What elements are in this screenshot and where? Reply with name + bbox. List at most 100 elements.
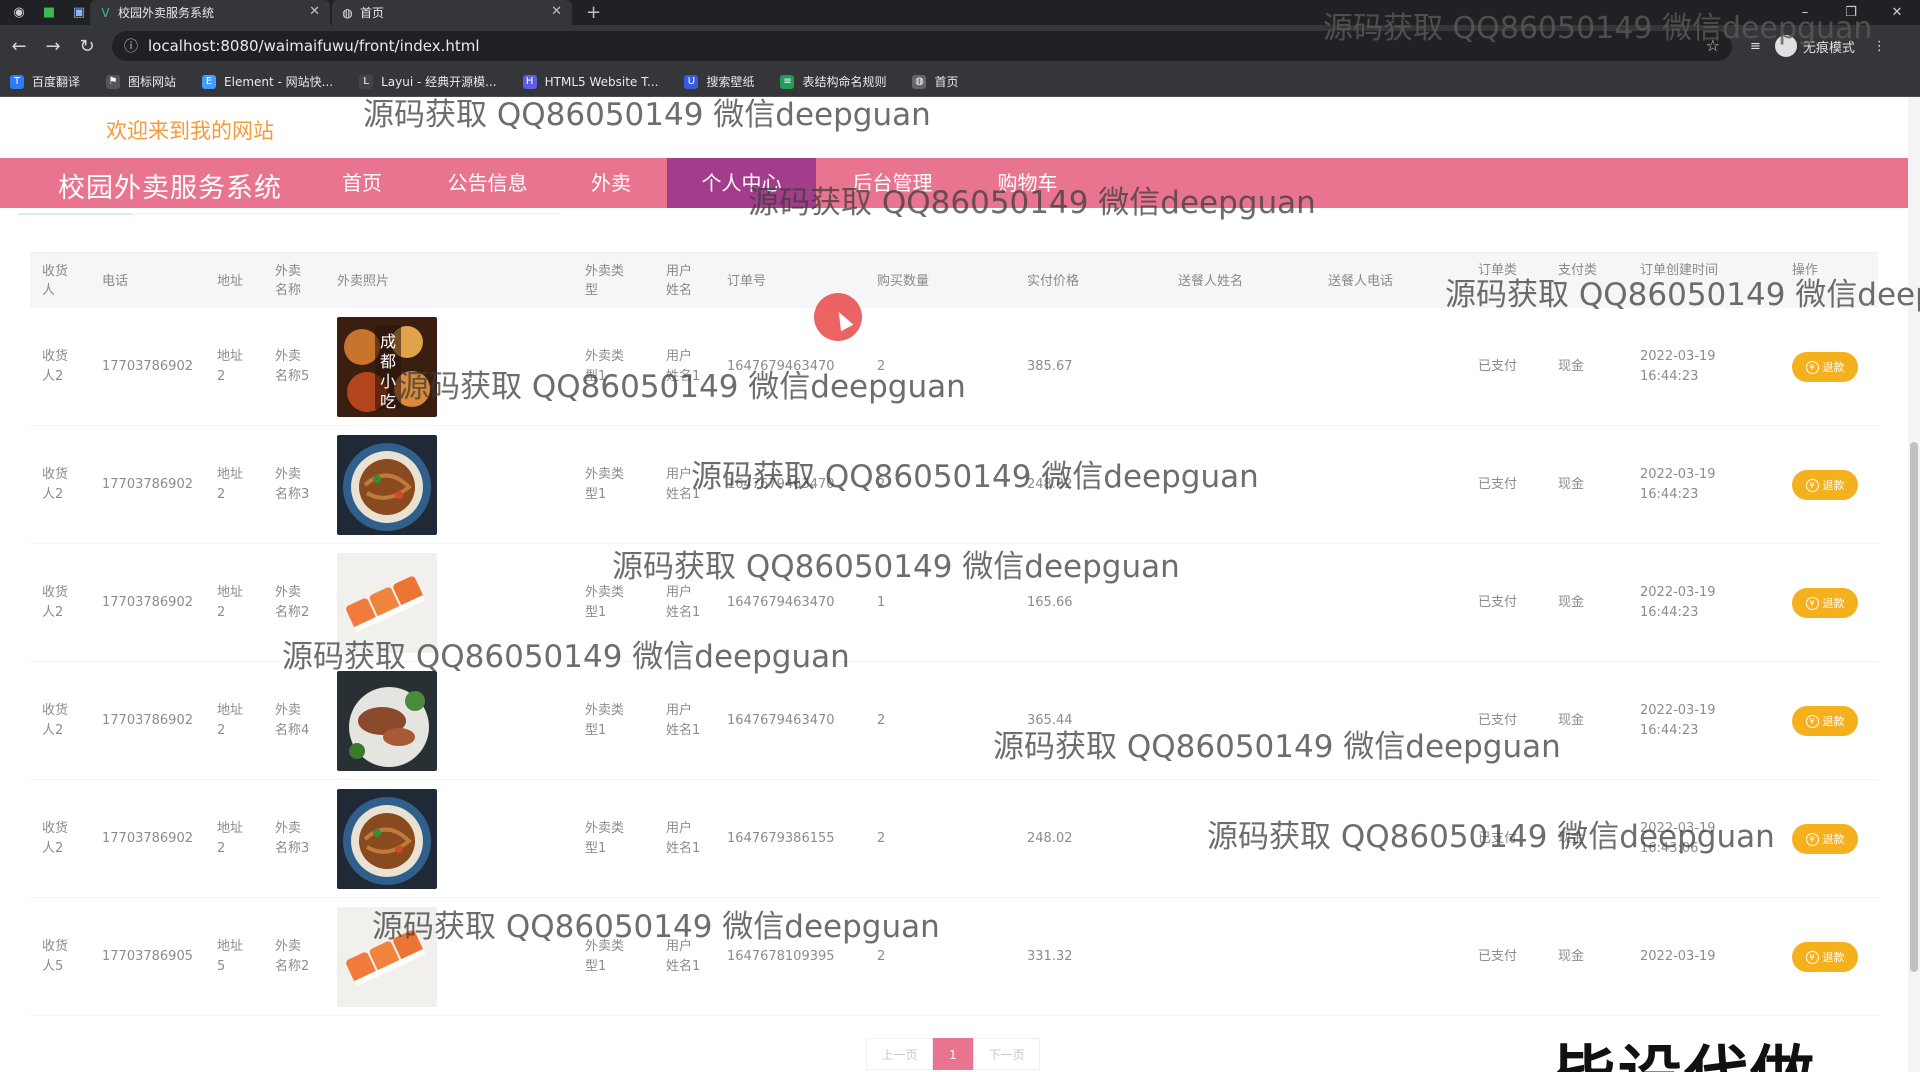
- refund-button[interactable]: ¥ 退款: [1792, 588, 1858, 618]
- cell-food-type: 外卖类型1: [585, 703, 625, 738]
- table-row: 收货人2 17703786902 地址2 外卖名称4 外卖类型1 用户姓名1 1647679…: [30, 662, 1878, 780]
- forward-icon[interactable]: →: [38, 36, 68, 57]
- coin-icon: ¥: [1805, 478, 1819, 492]
- back-icon[interactable]: ←: [4, 36, 34, 57]
- cell-status: 已支付: [1478, 359, 1518, 374]
- layui-icon: L: [359, 74, 374, 89]
- browser-tab-home[interactable]: ◍ 首页 ✕: [332, 0, 572, 25]
- refund-button[interactable]: ¥ 退款: [1792, 824, 1858, 854]
- watermark: 源码获取 QQ86050149 微信deepguan: [282, 639, 850, 675]
- bookmark-item[interactable]: U 搜索壁纸: [684, 73, 754, 90]
- cell-pay-type: 现金: [1558, 359, 1585, 374]
- cell-recipient: 收货人2: [42, 585, 69, 620]
- next-page-button[interactable]: 下一页: [973, 1038, 1040, 1070]
- welcome-text: 欢迎来到我的网站: [106, 119, 274, 143]
- cell-food-name: 外卖名称3: [275, 467, 310, 502]
- refund-button[interactable]: ¥ 退款: [1792, 706, 1858, 736]
- bookmark-item[interactable]: L Layui - 经典开源模...: [359, 73, 497, 90]
- cell-pay-type: 现金: [1558, 949, 1585, 964]
- nav-underline: [18, 213, 133, 215]
- bookmark-item[interactable]: T 百度翻译: [10, 73, 80, 90]
- pinned-tab-icon-2[interactable]: ▣: [68, 2, 90, 24]
- cell-address: 地址2: [217, 467, 244, 502]
- nav-takeout[interactable]: 外卖: [565, 158, 657, 208]
- svg-text:小: 小: [380, 372, 396, 391]
- pinned-tab-icon[interactable]: ■: [38, 2, 60, 24]
- cell-food-name: 外卖名称3: [275, 821, 310, 856]
- site-info-icon[interactable]: ⓘ: [124, 36, 138, 56]
- refund-label: 退款: [1822, 833, 1845, 846]
- seafood-photo: [337, 671, 437, 771]
- prev-page-button[interactable]: 上一页: [866, 1038, 933, 1070]
- cell-status: 已支付: [1478, 949, 1518, 964]
- cell-recipient: 收货人5: [42, 939, 69, 974]
- globe-icon: ◍: [342, 5, 353, 20]
- refund-button[interactable]: ¥ 退款: [1792, 470, 1858, 500]
- html5-icon: H: [522, 74, 537, 89]
- col-courier-name: 送餐人姓名: [1178, 273, 1244, 289]
- pagination: 上一页 1 下一页: [866, 1038, 1040, 1070]
- refund-label: 退款: [1822, 361, 1845, 374]
- watermark: 源码获取 QQ86050149 微信deepguan: [993, 729, 1561, 765]
- site-title: 校园外卖服务系统: [58, 173, 282, 204]
- flag-icon: ⚑: [106, 74, 121, 89]
- col-user-name: 用户姓名: [666, 264, 693, 298]
- cell-phone: 17703786902: [102, 359, 193, 374]
- cell-created: 2022-03-19 16:44:23: [1640, 703, 1716, 738]
- browser-tab-system[interactable]: V 校园外卖服务系统 ✕: [90, 0, 330, 25]
- url-text: localhost:8080/waimaifuwu/front/index.ht…: [148, 37, 480, 55]
- coin-icon: ¥: [1805, 832, 1819, 846]
- cell-pay-type: 现金: [1558, 713, 1585, 728]
- cell-pay-type: 现金: [1558, 595, 1585, 610]
- cell-created: 2022-03-19: [1640, 949, 1716, 964]
- cell-user-name: 用户姓名1: [666, 703, 701, 738]
- cell-food-type: 外卖类型1: [585, 467, 625, 502]
- close-window-icon[interactable]: ✕: [1874, 0, 1920, 25]
- col-food-type: 外卖类型: [585, 264, 625, 298]
- bookmark-item[interactable]: ◍ 首页: [912, 73, 959, 90]
- watermark: 源码获取 QQ86050149 微信deepguan: [748, 185, 1316, 221]
- browser-app-icon[interactable]: ◉: [8, 2, 30, 24]
- watermark: 源码获取 QQ86050149 微信deepguan: [1323, 11, 1873, 46]
- cell-created: 2022-03-19 16:44:23: [1640, 467, 1716, 502]
- col-photo: 外卖照片: [337, 273, 390, 289]
- cell-created: 2022-03-19 16:44:23: [1640, 585, 1716, 620]
- cell-recipient: 收货人2: [42, 821, 69, 856]
- reload-icon[interactable]: ↻: [72, 36, 102, 57]
- scrollbar-thumb[interactable]: [1910, 442, 1918, 972]
- cell-order-no: 1647679463470: [727, 713, 835, 728]
- watermark: 源码获取 QQ86050149 微信deepguan: [372, 909, 940, 945]
- close-tab-icon[interactable]: ✕: [309, 4, 320, 19]
- cell-created: 2022-03-19 16:44:23: [1640, 349, 1716, 384]
- close-tab-icon[interactable]: ✕: [551, 4, 562, 19]
- cell-qty: 2: [877, 713, 886, 728]
- svg-text:都: 都: [380, 352, 396, 371]
- page-1-button[interactable]: 1: [933, 1038, 973, 1070]
- refund-button[interactable]: ¥ 退款: [1792, 352, 1858, 382]
- coin-icon: ¥: [1805, 360, 1819, 374]
- cell-recipient: 收货人2: [42, 703, 69, 738]
- cell-price: 385.67: [1027, 359, 1073, 374]
- menu-icon[interactable]: ⋮: [1873, 39, 1886, 54]
- noodles-photo: [337, 435, 437, 535]
- element-icon: E: [202, 74, 217, 89]
- col-qty: 购买数量: [877, 273, 930, 289]
- nav-announcements[interactable]: 公告信息: [425, 158, 550, 208]
- cell-food-name: 外卖名称4: [275, 703, 310, 738]
- watermark: 源码获取 QQ86050149 微信deepguan: [398, 369, 966, 405]
- bookmark-item[interactable]: H HTML5 Website T...: [522, 74, 658, 89]
- watermark: 源码获取 QQ86050149 微信deepguan: [691, 459, 1259, 495]
- sheet-icon: ≡: [780, 74, 795, 89]
- refund-label: 退款: [1822, 715, 1845, 728]
- nav-home[interactable]: 首页: [312, 158, 412, 208]
- bookmark-item[interactable]: E Element - 网站快...: [202, 73, 333, 90]
- table-row: 收货人5 17703786905 地址5 外卖名称2 外卖类型1 用户姓名1 1647678…: [30, 898, 1878, 1016]
- refund-button[interactable]: ¥ 退款: [1792, 942, 1858, 972]
- cell-phone: 17703786902: [102, 595, 193, 610]
- watermark: 源码获取 QQ86050149 微信deepguan: [1207, 819, 1775, 855]
- bookmark-item[interactable]: ≡ 表结构命名规则: [780, 73, 886, 90]
- bookmark-item[interactable]: ⚑ 图标网站: [106, 73, 176, 90]
- new-tab-icon[interactable]: +: [586, 2, 601, 23]
- watermark: 源码获取 QQ86050149 微信deepguan: [363, 97, 931, 133]
- tab-title: 校园外卖服务系统: [118, 6, 215, 20]
